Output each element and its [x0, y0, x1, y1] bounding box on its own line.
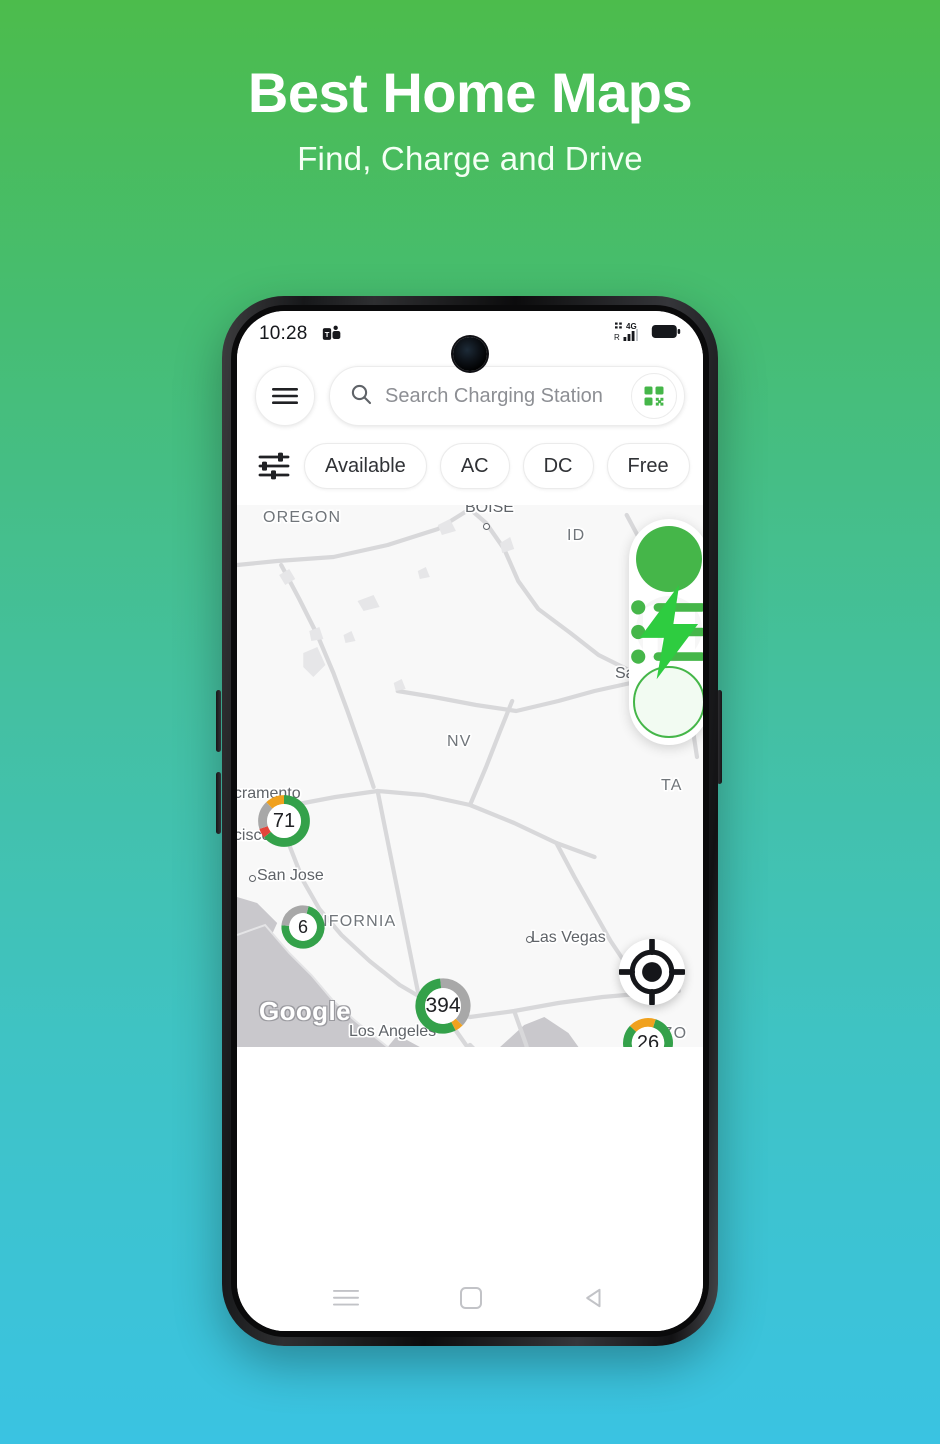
qr-scan-icon[interactable] [631, 373, 677, 419]
front-camera-punch-hole [453, 337, 487, 371]
search-row: Search Charging Station [255, 365, 685, 427]
filter-chip-ac[interactable]: AC [439, 443, 510, 489]
signal-bars-icon: 4G R [614, 321, 642, 347]
svg-text:4G: 4G [626, 322, 637, 331]
cluster-marker-26[interactable]: 26 [620, 1015, 676, 1047]
city-dot-san-jose [249, 875, 256, 882]
svg-text:T: T [324, 330, 329, 339]
status-time: 10:28 [259, 323, 308, 344]
city-dot-boise [483, 523, 490, 530]
recents-menu-icon[interactable] [333, 1289, 359, 1312]
city-dot-las-vegas [526, 936, 533, 943]
volume-up-button[interactable] [216, 690, 221, 752]
volume-down-button[interactable] [216, 772, 221, 834]
search-input[interactable]: Search Charging Station [329, 366, 685, 426]
map-label-id: ID [567, 527, 586, 544]
cluster-marker-71[interactable]: 71 [255, 792, 313, 850]
filter-chip-free[interactable]: Free [606, 443, 690, 489]
battery-full-icon [651, 323, 681, 345]
hamburger-menu-icon[interactable] [255, 366, 315, 426]
filter-chip-row[interactable]: Available AC DC Free M [255, 427, 690, 505]
bolt-charge-icon[interactable] [633, 584, 703, 738]
locate-crosshair-icon[interactable] [619, 939, 685, 1005]
phone-screen: 10:28 T 4G R Search Charging Station Ava… [237, 311, 703, 1331]
cluster-marker-6[interactable]: 6 [279, 903, 327, 951]
phone-device-frame: 10:28 T 4G R Search Charging Station Ava… [222, 296, 718, 1346]
android-nav-bar [237, 1269, 703, 1331]
filter-chip-available[interactable]: Available [304, 443, 427, 489]
search-placeholder-text: Search Charging Station [385, 384, 603, 407]
map-label-nv: NV [447, 733, 472, 750]
home-square-icon[interactable] [459, 1286, 483, 1315]
promo-header: Best Home Maps Find, Charge and Drive [0, 0, 940, 178]
promo-subtitle: Find, Charge and Drive [297, 139, 643, 177]
back-triangle-icon[interactable] [583, 1286, 607, 1315]
filter-chip-dc[interactable]: DC [522, 443, 594, 489]
google-attribution: Google [259, 996, 351, 1026]
map-label-san-jose: San Jose [257, 867, 324, 884]
cluster-marker-394[interactable]: 394 [412, 975, 474, 1037]
map-label-ut: TA [661, 777, 683, 794]
map-label-las-vegas: Las Vegas [531, 929, 606, 946]
map-label-boise: BOISE [465, 505, 514, 516]
sliders-filter-icon[interactable] [257, 452, 291, 480]
app-top-bar: Search Charging Station Available AC DC … [237, 357, 703, 505]
promo-title: Best Home Maps [247, 61, 693, 124]
cluster-count-26: 26 [636, 1031, 660, 1048]
cluster-count-394: 394 [425, 994, 461, 1017]
status-indicators: 4G R [614, 321, 681, 347]
map-controls-pill [629, 519, 703, 745]
teams-icon: T [322, 324, 342, 344]
phone-bezel: 10:28 T 4G R Search Charging Station Ava… [231, 305, 709, 1337]
map-label-oregon: OREGON [263, 509, 342, 526]
map-canvas[interactable]: OREGON BOISE ID Salt Lake NV acramento n… [237, 505, 703, 1047]
cluster-count-6: 6 [297, 916, 308, 937]
svg-text:R: R [614, 333, 620, 342]
cluster-count-71: 71 [272, 809, 296, 832]
search-icon [349, 382, 373, 411]
